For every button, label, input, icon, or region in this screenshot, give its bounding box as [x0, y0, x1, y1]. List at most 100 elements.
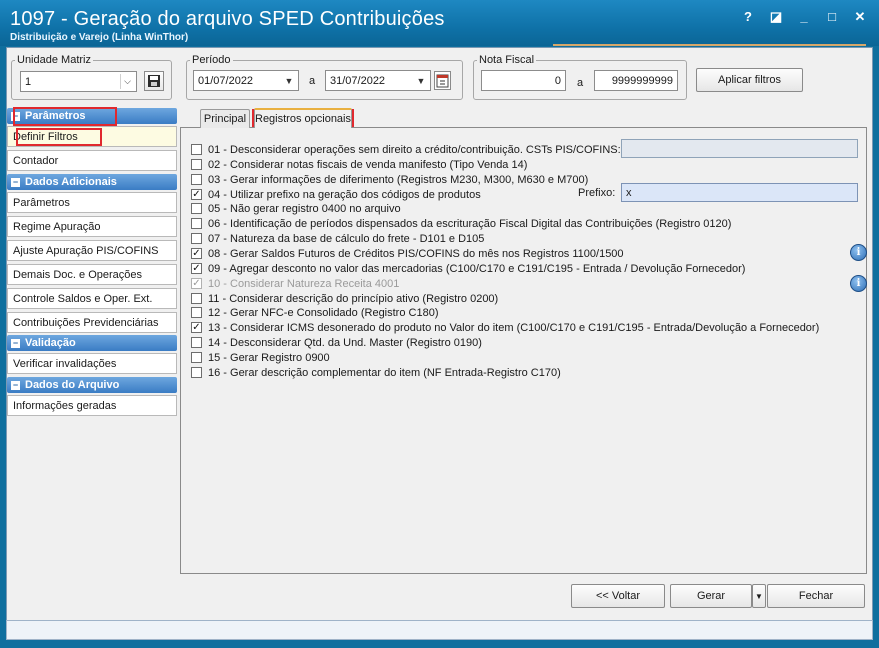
date-separator: a: [309, 75, 316, 87]
option-row[interactable]: 07 - Natureza da base de cálculo do fret…: [191, 231, 484, 246]
dropdown-arrow-icon[interactable]: ▼: [414, 73, 428, 88]
info-icon-glyph: i: [856, 247, 861, 258]
sidebar-item-informacoes-geradas[interactable]: Informações geradas: [7, 395, 177, 416]
section-header-parametros[interactable]: − Parâmetros: [7, 108, 177, 124]
help-icon[interactable]: ?: [741, 9, 755, 25]
generate-button-label: Gerar: [696, 590, 726, 602]
sidebar-item-ajuste-apuracao[interactable]: Ajuste Apuração PIS/COFINS: [7, 240, 177, 261]
maximize-icon[interactable]: □: [825, 9, 839, 25]
option-checkbox[interactable]: ✓: [191, 189, 202, 200]
nota-fiscal-label: Nota Fiscal: [479, 54, 535, 66]
option-row[interactable]: 15 - Gerar Registro 0900: [191, 350, 330, 365]
option-checkbox[interactable]: [191, 144, 202, 155]
save-icon-graphic: [148, 75, 160, 87]
dropdown-arrow-icon[interactable]: ▼: [282, 73, 296, 88]
sidebar-item-label: Ajuste Apuração PIS/COFINS: [13, 244, 159, 257]
section-header-dados-adicionais[interactable]: − Dados Adicionais: [7, 174, 177, 190]
date-to-input[interactable]: 31/07/2022 ▼: [325, 70, 431, 91]
nota-from-input[interactable]: 0: [481, 70, 566, 91]
collapse-icon[interactable]: −: [11, 380, 20, 390]
date-from-input[interactable]: 01/07/2022 ▼: [193, 70, 299, 91]
periodo-label: Período: [192, 54, 231, 66]
nota-separator: a: [577, 77, 584, 89]
sidebar-item-parametros[interactable]: Parâmetros: [7, 192, 177, 213]
info-icon[interactable]: i: [850, 244, 867, 261]
close-button[interactable]: Fechar: [767, 584, 865, 608]
option-checkbox[interactable]: [191, 352, 202, 363]
calendar-icon[interactable]: [434, 71, 451, 90]
restore-icon[interactable]: ◪: [769, 9, 783, 25]
nota-to-input[interactable]: 9999999999: [594, 70, 678, 91]
option-row[interactable]: 16 - Gerar descrição complementar do ite…: [191, 365, 561, 380]
generate-dropdown-button[interactable]: ▼: [752, 584, 766, 608]
option-checkbox[interactable]: [191, 293, 202, 304]
tab-registros-opcionais[interactable]: Registros opcionais: [254, 108, 352, 128]
info-icon[interactable]: i: [850, 275, 867, 292]
unidade-select[interactable]: 1 ⌵: [20, 71, 137, 92]
sidebar-item-regime-apuracao[interactable]: Regime Apuração: [7, 216, 177, 237]
sidebar-item-contador[interactable]: Contador: [7, 150, 177, 171]
back-button-label: << Voltar: [595, 590, 641, 602]
option-label: 05 - Não gerar registro 0400 no arquivo: [208, 202, 401, 215]
option-checkbox[interactable]: [191, 159, 202, 170]
generate-button[interactable]: Gerar: [670, 584, 752, 608]
option-checkbox[interactable]: [191, 337, 202, 348]
option-row[interactable]: ✓ 09 - Agregar desconto no valor das merc…: [191, 261, 745, 276]
option-row[interactable]: 12 - Gerar NFC-e Consolidado (Registro C…: [191, 305, 438, 320]
sidebar-item-label: Parâmetros: [13, 196, 70, 209]
section-header-dados-arquivo[interactable]: − Dados do Arquivo: [7, 377, 177, 393]
option-checkbox[interactable]: [191, 203, 202, 214]
sidebar-item-definir-filtros[interactable]: Definir Filtros: [7, 126, 177, 147]
option-row[interactable]: 01 - Desconsiderar operações sem direito…: [191, 142, 621, 157]
option-row[interactable]: ✓ 08 - Gerar Saldos Futuros de Créditos P…: [191, 246, 624, 261]
collapse-icon[interactable]: −: [11, 338, 20, 348]
option-label: 14 - Desconsiderar Qtd. da Und. Master (…: [208, 336, 482, 349]
sidebar-item-demais-doc[interactable]: Demais Doc. e Operações: [7, 264, 177, 285]
save-icon[interactable]: [144, 71, 164, 91]
close-icon[interactable]: ✕: [853, 9, 867, 25]
option-checkbox[interactable]: [191, 218, 202, 229]
option-label: 03 - Gerar informações de diferimento (R…: [208, 173, 589, 186]
collapse-icon[interactable]: −: [11, 111, 20, 121]
sidebar-item-label: Demais Doc. e Operações: [13, 268, 142, 281]
option-checkbox[interactable]: [191, 233, 202, 244]
option-checkbox[interactable]: [191, 307, 202, 318]
tab-principal[interactable]: Principal: [200, 109, 250, 128]
minimize-icon[interactable]: _: [797, 9, 811, 25]
window-subtitle: Distribuição e Varejo (Linha WinThor): [10, 32, 189, 43]
option-row[interactable]: 11 - Considerar descrição do princípio a…: [191, 291, 498, 306]
collapse-icon[interactable]: −: [11, 177, 20, 187]
calendar-icon-graphic: [436, 74, 449, 88]
option-label: 15 - Gerar Registro 0900: [208, 351, 330, 364]
sidebar-item-verificar-invalidacoes[interactable]: Verificar invalidações: [7, 353, 177, 374]
tab-label: Registros opcionais: [255, 113, 351, 125]
option-checkbox[interactable]: [191, 174, 202, 185]
option-checkbox[interactable]: [191, 367, 202, 378]
option-row[interactable]: 14 - Desconsiderar Qtd. da Und. Master (…: [191, 335, 482, 350]
sidebar-item-label: Regime Apuração: [13, 220, 101, 233]
status-bar: [6, 620, 873, 640]
sidebar-item-contribuicoes[interactable]: Contribuições Previdenciárias: [7, 312, 177, 333]
date-from-value: 01/07/2022: [198, 74, 254, 87]
option-checkbox[interactable]: ✓: [191, 322, 202, 333]
prefix-input[interactable]: x: [621, 183, 858, 202]
option-checkbox[interactable]: ✓: [191, 263, 202, 274]
option-row[interactable]: ✓ 13 - Considerar ICMS desonerado do prod…: [191, 320, 819, 335]
option-row[interactable]: 03 - Gerar informações de diferimento (R…: [191, 172, 588, 187]
option-row[interactable]: 05 - Não gerar registro 0400 no arquivo: [191, 201, 401, 216]
option-checkbox: ✓: [191, 277, 202, 289]
chevron-down-icon[interactable]: ⌵: [120, 74, 134, 89]
option-row[interactable]: ✓ 04 - Utilizar prefixo na geração dos có…: [191, 187, 481, 202]
option-row[interactable]: 06 - Identificação de períodos dispensad…: [191, 216, 731, 231]
close-button-label: Fechar: [798, 590, 834, 602]
sidebar-item-controle-saldos[interactable]: Controle Saldos e Oper. Ext.: [7, 288, 177, 309]
option-checkbox[interactable]: ✓: [191, 248, 202, 259]
option-row[interactable]: 02 - Considerar notas fiscais de venda m…: [191, 157, 527, 172]
section-header-validacao[interactable]: − Validação: [7, 335, 177, 351]
csts-input[interactable]: [621, 139, 858, 158]
window-controls: ? ◪ _ □ ✕: [741, 9, 867, 25]
back-button[interactable]: << Voltar: [571, 584, 665, 608]
title-bar: 1097 - Geração do arquivo SPED Contribui…: [0, 0, 879, 46]
option-label: 09 - Agregar desconto no valor das merca…: [208, 262, 746, 275]
apply-filters-button[interactable]: Aplicar filtros: [696, 68, 803, 92]
